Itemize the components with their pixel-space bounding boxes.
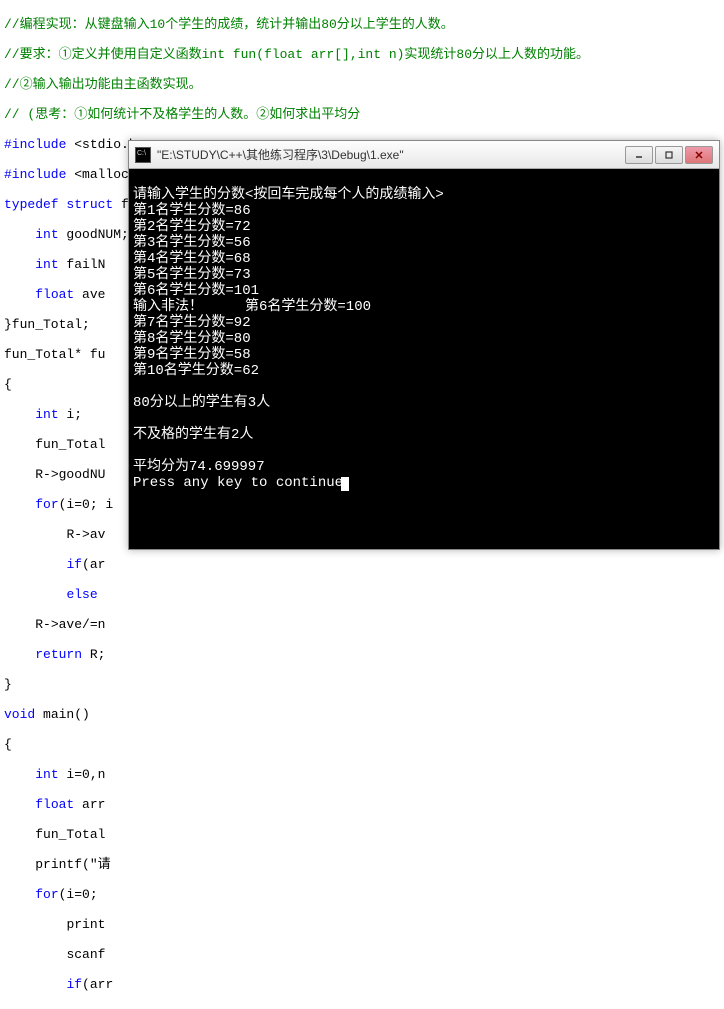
code-line: else bbox=[4, 587, 720, 602]
console-line: 请输入学生的分数<按回车完成每个人的成绩输入> bbox=[133, 187, 444, 203]
code-line: void main() bbox=[4, 707, 720, 722]
code-line: if(arr bbox=[4, 977, 720, 992]
code-line: R->ave/=n bbox=[4, 617, 720, 632]
console-line: 第8名学生分数=80 bbox=[133, 331, 251, 347]
comment-line: //要求：①定义并使用自定义函数int fun(float arr[],int … bbox=[4, 47, 720, 62]
code-line: int i=0,n bbox=[4, 767, 720, 782]
console-line: 第1名学生分数=86 bbox=[133, 203, 251, 219]
code-line: if(ar bbox=[4, 557, 720, 572]
code-line: return R; bbox=[4, 647, 720, 662]
comment-line: // (思考：①如何统计不及格学生的人数。②如何求出平均分 bbox=[4, 107, 720, 122]
console-line: 平均分为74.699997 bbox=[133, 459, 265, 475]
console-line: 第3名学生分数=56 bbox=[133, 235, 251, 251]
console-line: 第5名学生分数=73 bbox=[133, 267, 251, 283]
comment-line: //②输入输出功能由主函数实现。 bbox=[4, 77, 720, 92]
app-icon bbox=[135, 147, 151, 163]
maximize-button[interactable] bbox=[655, 146, 683, 164]
close-button[interactable] bbox=[685, 146, 713, 164]
code-line: scanf bbox=[4, 947, 720, 962]
window-controls bbox=[625, 146, 713, 164]
window-titlebar[interactable]: "E:\STUDY\C++\其他练习程序\3\Debug\1.exe" bbox=[129, 141, 719, 169]
code-line: for(i=0; bbox=[4, 887, 720, 902]
code-line: { bbox=[4, 737, 720, 752]
console-output[interactable]: 请输入学生的分数<按回车完成每个人的成绩输入> 第1名学生分数=86 第2名学生… bbox=[129, 169, 719, 549]
console-line: 第2名学生分数=72 bbox=[133, 219, 251, 235]
window-title: "E:\STUDY\C++\其他练习程序\3\Debug\1.exe" bbox=[157, 146, 625, 163]
console-line: 第4名学生分数=68 bbox=[133, 251, 251, 267]
console-line: 不及格的学生有2人 bbox=[133, 427, 253, 443]
comment-line: //编程实现：从键盘输入10个学生的成绩，统计并输出80分以上学生的人数。 bbox=[4, 17, 720, 32]
code-line: print bbox=[4, 917, 720, 932]
console-window: "E:\STUDY\C++\其他练习程序\3\Debug\1.exe" 请输入学… bbox=[128, 140, 720, 550]
console-line: 第7名学生分数=92 bbox=[133, 315, 251, 331]
console-line: 输入非法！ 第6名学生分数=100 bbox=[133, 299, 371, 315]
code-line: float arr bbox=[4, 797, 720, 812]
code-line: printf("请 bbox=[4, 857, 720, 872]
console-line: 第9名学生分数=58 bbox=[133, 347, 251, 363]
console-line: 80分以上的学生有3人 bbox=[133, 395, 270, 411]
code-line: fun_Total bbox=[4, 827, 720, 842]
console-line: 第6名学生分数=101 bbox=[133, 283, 259, 299]
code-line: } bbox=[4, 677, 720, 692]
text-cursor bbox=[341, 477, 349, 491]
console-line: Press any key to continue bbox=[133, 475, 343, 491]
minimize-button[interactable] bbox=[625, 146, 653, 164]
console-line: 第10名学生分数=62 bbox=[133, 363, 259, 379]
